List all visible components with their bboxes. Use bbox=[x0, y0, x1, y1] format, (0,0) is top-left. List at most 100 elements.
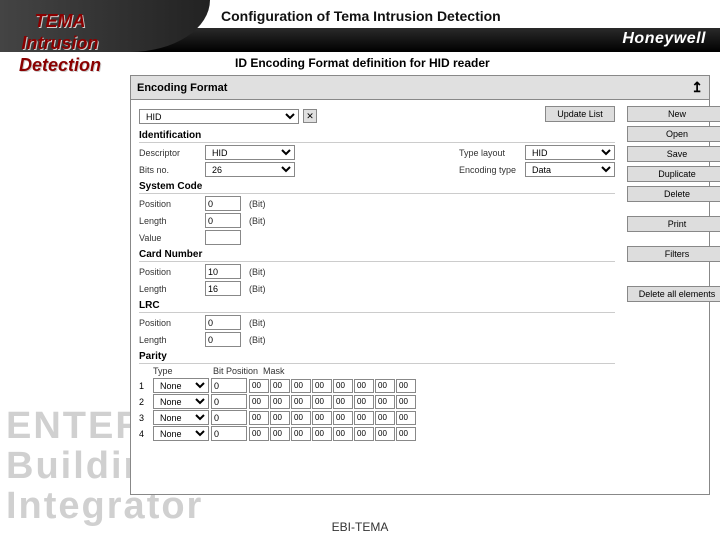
parity-mask-cell[interactable] bbox=[270, 395, 290, 409]
parity-row: 3None bbox=[139, 410, 615, 425]
parity-mask-cell[interactable] bbox=[333, 411, 353, 425]
parity-mask-cell[interactable] bbox=[333, 395, 353, 409]
form-area: HID ✕ Update List Identification Descrip… bbox=[131, 100, 623, 446]
parity-bitpos-input[interactable] bbox=[211, 410, 247, 425]
close-icon[interactable]: ✕ bbox=[303, 109, 317, 123]
parity-mask-cell[interactable] bbox=[249, 427, 269, 441]
parity-type-select[interactable]: None bbox=[153, 410, 209, 425]
parity-mask-cell[interactable] bbox=[354, 427, 374, 441]
parity-row: 1None bbox=[139, 378, 615, 393]
parity-mask bbox=[249, 379, 416, 393]
parity-mask-cell[interactable] bbox=[291, 379, 311, 393]
parity-mask-cell[interactable] bbox=[375, 395, 395, 409]
sc-length-unit: (Bit) bbox=[249, 216, 266, 226]
parity-mask-cell[interactable] bbox=[312, 427, 332, 441]
parity-row-num: 2 bbox=[139, 397, 151, 407]
typelayout-label: Type layout bbox=[459, 148, 521, 158]
parity-mask-cell[interactable] bbox=[312, 379, 332, 393]
parity-mask-cell[interactable] bbox=[270, 411, 290, 425]
sc-position-input[interactable] bbox=[205, 196, 241, 211]
cn-length-input[interactable] bbox=[205, 281, 241, 296]
parity-type-select[interactable]: None bbox=[153, 394, 209, 409]
parity-mask-cell[interactable] bbox=[396, 411, 416, 425]
filters-button[interactable]: Filters bbox=[627, 246, 720, 262]
parity-type-select[interactable]: None bbox=[153, 426, 209, 441]
parity-mask-cell[interactable] bbox=[291, 411, 311, 425]
parity-mask-cell[interactable] bbox=[270, 379, 290, 393]
lrc-position-input[interactable] bbox=[205, 315, 241, 330]
section-cardnumber: Card Number bbox=[139, 249, 615, 262]
bitsno-label: Bits no. bbox=[139, 165, 201, 175]
parity-mask-cell[interactable] bbox=[375, 379, 395, 393]
parity-mask-cell[interactable] bbox=[396, 379, 416, 393]
sc-value-input[interactable] bbox=[205, 230, 241, 245]
update-list-button[interactable]: Update List bbox=[545, 106, 615, 122]
typelayout-select[interactable]: HID bbox=[525, 145, 615, 160]
parity-type-select[interactable]: None bbox=[153, 378, 209, 393]
sidebar-line2: Intrusion bbox=[10, 32, 110, 54]
footer: EBI-TEMA bbox=[0, 520, 720, 534]
sc-position-unit: (Bit) bbox=[249, 199, 266, 209]
lrc-length-input[interactable] bbox=[205, 332, 241, 347]
parity-mask-cell[interactable] bbox=[249, 379, 269, 393]
subtitle: ID Encoding Format definition for HID re… bbox=[235, 56, 490, 70]
parity-bitpos-input[interactable] bbox=[211, 394, 247, 409]
page-title: Configuration of Tema Intrusion Detectio… bbox=[215, 8, 507, 24]
parity-mask-cell[interactable] bbox=[333, 427, 353, 441]
duplicate-button[interactable]: Duplicate bbox=[627, 166, 720, 182]
sc-length-input[interactable] bbox=[205, 213, 241, 228]
sidebar-line1: TEMA bbox=[10, 10, 110, 32]
button-column: New Open Save Duplicate Delete Print Fil… bbox=[623, 100, 720, 446]
new-button[interactable]: New bbox=[627, 106, 720, 122]
parity-mask-cell[interactable] bbox=[354, 379, 374, 393]
sidebar-line3: Detection bbox=[10, 54, 110, 76]
parity-mask-cell[interactable] bbox=[354, 395, 374, 409]
deleteall-button[interactable]: Delete all elements bbox=[627, 286, 720, 302]
parity-row-num: 1 bbox=[139, 381, 151, 391]
lrc-length-unit: (Bit) bbox=[249, 335, 266, 345]
up-arrow-icon[interactable]: ↥ bbox=[691, 79, 703, 96]
parity-bitpos-input[interactable] bbox=[211, 378, 247, 393]
delete-button[interactable]: Delete bbox=[627, 186, 720, 202]
sc-length-label: Length bbox=[139, 216, 201, 226]
parity-mask-cell[interactable] bbox=[312, 411, 332, 425]
open-button[interactable]: Open bbox=[627, 126, 720, 142]
parity-mask-cell[interactable] bbox=[291, 427, 311, 441]
parity-mask-cell[interactable] bbox=[249, 395, 269, 409]
parity-mask bbox=[249, 395, 416, 409]
encodingtype-select[interactable]: Data bbox=[525, 162, 615, 177]
cn-length-unit: (Bit) bbox=[249, 284, 266, 294]
parity-head-type: Type bbox=[153, 366, 213, 376]
section-systemcode: System Code bbox=[139, 181, 615, 194]
lrc-position-label: Position bbox=[139, 318, 201, 328]
sc-position-label: Position bbox=[139, 199, 201, 209]
parity-mask-cell[interactable] bbox=[249, 411, 269, 425]
bitsno-select[interactable]: 26 bbox=[205, 162, 295, 177]
parity-mask-cell[interactable] bbox=[396, 395, 416, 409]
parity-head-mask: Mask bbox=[263, 366, 503, 376]
parity-mask-cell[interactable] bbox=[375, 411, 395, 425]
save-button[interactable]: Save bbox=[627, 146, 720, 162]
parity-mask bbox=[249, 427, 416, 441]
print-button[interactable]: Print bbox=[627, 216, 720, 232]
parity-mask-cell[interactable] bbox=[270, 427, 290, 441]
panel-title: Encoding Format bbox=[137, 82, 227, 94]
parity-mask-cell[interactable] bbox=[396, 427, 416, 441]
parity-mask-cell[interactable] bbox=[375, 427, 395, 441]
parity-head-bitpos: Bit Position bbox=[213, 366, 263, 376]
parity-mask bbox=[249, 411, 416, 425]
parity-mask-cell[interactable] bbox=[354, 411, 374, 425]
parity-bitpos-input[interactable] bbox=[211, 426, 247, 441]
descriptor-select[interactable]: HID bbox=[205, 145, 295, 160]
parity-mask-cell[interactable] bbox=[291, 395, 311, 409]
cn-position-label: Position bbox=[139, 267, 201, 277]
encodingtype-label: Encoding type bbox=[459, 165, 521, 175]
brand-logo: Honeywell bbox=[622, 30, 706, 48]
parity-mask-cell[interactable] bbox=[312, 395, 332, 409]
cn-position-input[interactable] bbox=[205, 264, 241, 279]
parity-mask-cell[interactable] bbox=[333, 379, 353, 393]
panel-header: Encoding Format ↥ bbox=[131, 76, 709, 100]
section-lrc: LRC bbox=[139, 300, 615, 313]
format-select[interactable]: HID bbox=[139, 109, 299, 124]
lrc-length-label: Length bbox=[139, 335, 201, 345]
